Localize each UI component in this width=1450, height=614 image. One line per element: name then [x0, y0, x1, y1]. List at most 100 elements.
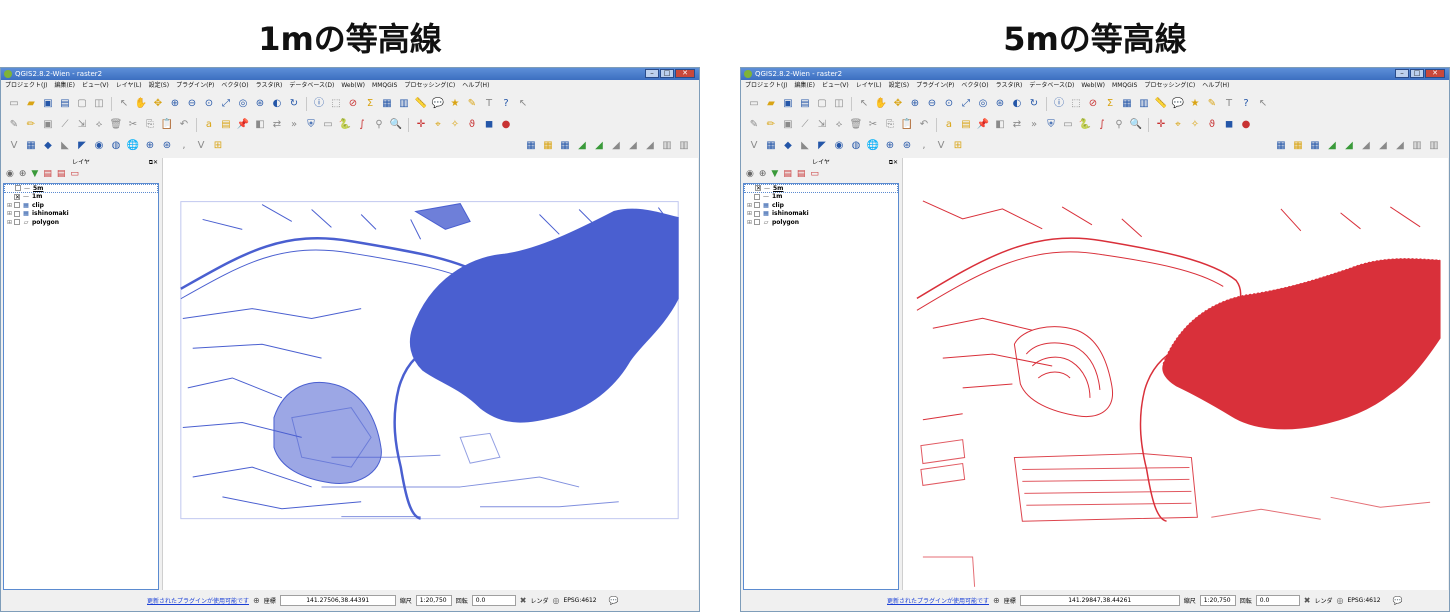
show-hide-labels-icon[interactable]: ◧ — [993, 118, 1007, 132]
eye-visibility-icon[interactable]: ◉ — [746, 168, 754, 180]
layer-item-polygon[interactable]: ⊞ ▱ polygon — [744, 218, 898, 227]
layer-expander[interactable]: ⊞ — [747, 202, 752, 209]
collapse-all-icon[interactable]: ▤ — [797, 168, 806, 180]
layer-checkbox[interactable]: ✕ — [14, 193, 20, 200]
raster-tool-8-icon[interactable]: ◢ — [643, 139, 657, 153]
add-oracle-icon[interactable]: ◉ — [832, 139, 846, 153]
plugin-a-icon[interactable]: ✧ — [448, 118, 462, 132]
plugin-update-link[interactable]: 更新されたプラグインが使用可能です — [147, 596, 249, 605]
menu-plugins[interactable]: プラグイン(P) — [916, 80, 954, 92]
identify-icon[interactable]: ⓘ — [1052, 97, 1066, 111]
zoom-full-icon[interactable]: ⤢ — [959, 97, 973, 111]
map-tips-icon[interactable]: 💬 — [431, 97, 445, 111]
toolbar-overflow-icon[interactable]: » — [287, 118, 301, 132]
close-button[interactable]: ✕ — [675, 69, 695, 78]
menu-vector[interactable]: ベクタ(O) — [961, 80, 988, 92]
add-wms-icon[interactable]: 🌐 — [126, 139, 140, 153]
shield-icon[interactable]: ⛨ — [304, 118, 318, 132]
new-shapefile-icon[interactable]: ⊞ — [951, 139, 965, 153]
select-features-icon[interactable]: ⬚ — [1069, 97, 1083, 111]
add-wfs-icon[interactable]: ⊛ — [160, 139, 174, 153]
raster-tool-3-icon[interactable]: ▦ — [558, 139, 572, 153]
menu-processing[interactable]: プロセッシング(C) — [404, 80, 455, 92]
open-project-icon[interactable]: ▰ — [24, 97, 38, 111]
scale-combobox[interactable]: 1:20,750 — [1199, 594, 1236, 606]
copy-features-icon[interactable]: ⎘ — [143, 118, 157, 132]
add-vector-icon[interactable]: V — [7, 139, 21, 153]
add-raster-icon[interactable]: ▦ — [24, 139, 38, 153]
pan-hand-icon[interactable]: ✋ — [874, 97, 888, 111]
raster-tool-5-icon[interactable]: ◢ — [1342, 139, 1356, 153]
remove-layer-icon[interactable]: ▭ — [70, 168, 79, 180]
zoom-out-icon[interactable]: ⊖ — [185, 97, 199, 111]
print-composer-icon[interactable]: ▢ — [815, 97, 829, 111]
add-wcs-icon[interactable]: ⊕ — [143, 139, 157, 153]
new-layer-icon[interactable]: V — [934, 139, 948, 153]
pin-labels-icon[interactable]: 📌 — [976, 118, 990, 132]
identify-icon[interactable]: ⓘ — [312, 97, 326, 111]
zoom-last-icon[interactable]: ◐ — [270, 97, 284, 111]
layer-item-5m[interactable]: — 5m — [4, 184, 158, 193]
pan-to-selection-icon[interactable]: ✥ — [891, 97, 905, 111]
plugin-update-link[interactable]: 更新されたプラグインが使用可能です — [887, 596, 989, 605]
layer-checkbox[interactable] — [14, 219, 20, 226]
help-icon[interactable]: ? — [499, 97, 513, 111]
minimize-button[interactable]: – — [645, 69, 659, 78]
add-raster-icon[interactable]: ▦ — [764, 139, 778, 153]
composer-manager-icon[interactable]: ◫ — [92, 97, 106, 111]
georef-crosshair-icon[interactable]: ✛ — [414, 118, 428, 132]
delete-selected-icon[interactable]: 🗑 — [849, 118, 863, 132]
rotation-spinbox[interactable]: 0.0 — [1255, 594, 1300, 606]
zoom-last-icon[interactable]: ◐ — [1010, 97, 1024, 111]
save-project-icon[interactable]: ▣ — [781, 97, 795, 111]
label-abc-icon[interactable]: a — [942, 118, 956, 132]
expand-all-icon[interactable]: ▤ — [43, 168, 52, 180]
map-canvas[interactable] — [902, 158, 1448, 590]
new-layer-icon[interactable]: V — [194, 139, 208, 153]
copy-features-icon[interactable]: ⎘ — [883, 118, 897, 132]
maximize-button[interactable]: □ — [660, 69, 674, 78]
move-label-icon[interactable]: ⇄ — [270, 118, 284, 132]
minimize-button[interactable]: – — [1395, 69, 1409, 78]
measure-icon[interactable]: 📏 — [1154, 97, 1168, 111]
raster-tool-9-icon[interactable]: ▥ — [1410, 139, 1424, 153]
cut-features-icon[interactable]: ✂ — [126, 118, 140, 132]
layer-labeling-icon[interactable]: ▤ — [219, 118, 233, 132]
print-composer-icon[interactable]: ▢ — [75, 97, 89, 111]
bookmark-icon[interactable]: ★ — [1188, 97, 1202, 111]
menu-vector[interactable]: ベクタ(O) — [221, 80, 248, 92]
layer-checkbox[interactable] — [754, 193, 760, 200]
menu-mmqgis[interactable]: MMQGIS — [1112, 80, 1137, 92]
toggle-editing-icon[interactable]: ✎ — [7, 118, 21, 132]
menu-settings[interactable]: 設定(S) — [149, 80, 170, 92]
deselect-icon[interactable]: ⊘ — [346, 97, 360, 111]
search-icon[interactable]: 🔍 — [389, 118, 403, 132]
filter-icon[interactable]: ▼ — [771, 168, 778, 180]
layer-checkbox[interactable] — [754, 210, 760, 217]
plugin-a-icon[interactable]: ✧ — [1188, 118, 1202, 132]
save-as-icon[interactable]: ▤ — [58, 97, 72, 111]
add-db2-icon[interactable]: ◍ — [109, 139, 123, 153]
menu-web[interactable]: Web(W) — [1081, 80, 1105, 92]
menu-view[interactable]: ビュー(V) — [82, 80, 109, 92]
layer-expander[interactable]: ⊞ — [7, 210, 12, 217]
add-group-icon[interactable]: ⊕ — [759, 168, 767, 180]
plugin-d-icon[interactable]: ● — [499, 118, 513, 132]
move-label-icon[interactable]: ⇄ — [1010, 118, 1024, 132]
raster-tool-9-icon[interactable]: ▥ — [660, 139, 674, 153]
field-calculator-icon[interactable]: Σ — [363, 97, 377, 111]
curve-tool-icon[interactable]: ∫ — [355, 118, 369, 132]
help-icon[interactable]: ? — [1239, 97, 1253, 111]
menu-database[interactable]: データベース(D) — [289, 80, 334, 92]
raster-tool-1-icon[interactable]: ▦ — [1274, 139, 1288, 153]
georef-crosshair-icon[interactable]: ✛ — [1154, 118, 1168, 132]
close-button[interactable]: ✕ — [1425, 69, 1445, 78]
menu-settings[interactable]: 設定(S) — [889, 80, 910, 92]
menu-view[interactable]: ビュー(V) — [822, 80, 849, 92]
raster-tool-10-icon[interactable]: ▥ — [677, 139, 691, 153]
binoculars-icon[interactable]: ⚲ — [1112, 118, 1126, 132]
raster-tool-6-icon[interactable]: ◢ — [609, 139, 623, 153]
render-checkbox-icon[interactable]: ✖ — [520, 596, 527, 605]
add-mssql-icon[interactable]: ◤ — [815, 139, 829, 153]
menu-processing[interactable]: プロセッシング(C) — [1144, 80, 1195, 92]
